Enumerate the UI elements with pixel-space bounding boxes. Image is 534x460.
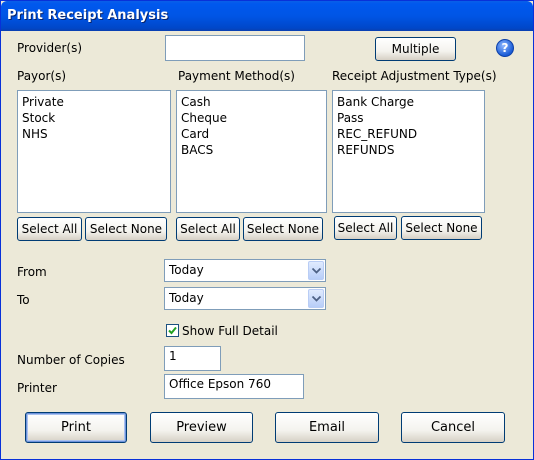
payment-method-listbox[interactable]: Cash Cheque Card BACS (176, 90, 327, 213)
payment-method-item[interactable]: Card (181, 126, 322, 142)
payor-label: Payor(s) (17, 69, 67, 83)
adjustment-type-item[interactable]: REC_REFUND (337, 126, 480, 142)
adjustment-type-item[interactable]: REFUNDS (337, 142, 480, 158)
window-title: Print Receipt Analysis (1, 1, 533, 31)
adjustment-type-label: Receipt Adjustment Type(s) (332, 69, 497, 83)
payment-method-select-all-button[interactable]: Select All (176, 217, 240, 241)
to-value: Today (169, 291, 204, 305)
from-label: From (17, 265, 47, 279)
checkmark-icon (168, 326, 177, 335)
show-full-detail-checkbox[interactable] (166, 324, 179, 337)
payment-method-select-none-button[interactable]: Select None (243, 217, 323, 241)
preview-button[interactable]: Preview (150, 412, 253, 443)
copies-label: Number of Copies (17, 353, 125, 367)
chevron-down-icon[interactable] (308, 261, 324, 280)
to-select[interactable]: Today (164, 287, 326, 310)
chevron-down-icon[interactable] (308, 289, 324, 308)
payment-method-item[interactable]: BACS (181, 142, 322, 158)
payor-select-all-button[interactable]: Select All (17, 217, 82, 241)
payment-method-item[interactable]: Cash (181, 94, 322, 110)
adjustment-type-item[interactable]: Pass (337, 110, 480, 126)
print-receipt-analysis-dialog: Print Receipt Analysis Provider(s) Multi… (0, 0, 534, 460)
help-icon[interactable]: ? (496, 39, 514, 57)
payor-select-none-button[interactable]: Select None (85, 217, 167, 241)
adjustment-select-none-button[interactable]: Select None (401, 216, 482, 240)
payor-item[interactable]: Stock (22, 110, 166, 126)
show-full-detail-label[interactable]: Show Full Detail (182, 324, 278, 338)
printer-input[interactable]: Office Epson 760 (164, 374, 304, 399)
from-value: Today (169, 263, 204, 277)
adjustment-type-item[interactable]: Bank Charge (337, 94, 480, 110)
email-button[interactable]: Email (275, 412, 379, 443)
payor-item[interactable]: NHS (22, 126, 166, 142)
printer-label: Printer (17, 381, 57, 395)
print-button[interactable]: Print (25, 412, 127, 443)
payor-listbox[interactable]: Private Stock NHS (17, 90, 171, 213)
cancel-button[interactable]: Cancel (401, 412, 505, 443)
payor-item[interactable]: Private (22, 94, 166, 110)
copies-input[interactable]: 1 (164, 346, 221, 371)
provider-input[interactable] (165, 35, 305, 61)
provider-label: Provider(s) (17, 41, 83, 55)
to-label: To (17, 293, 30, 307)
multiple-button[interactable]: Multiple (375, 37, 456, 61)
from-select[interactable]: Today (164, 259, 326, 282)
adjustment-select-all-button[interactable]: Select All (334, 216, 397, 240)
payment-method-label: Payment Method(s) (178, 69, 295, 83)
payment-method-item[interactable]: Cheque (181, 110, 322, 126)
adjustment-type-listbox[interactable]: Bank Charge Pass REC_REFUND REFUNDS (332, 90, 485, 213)
